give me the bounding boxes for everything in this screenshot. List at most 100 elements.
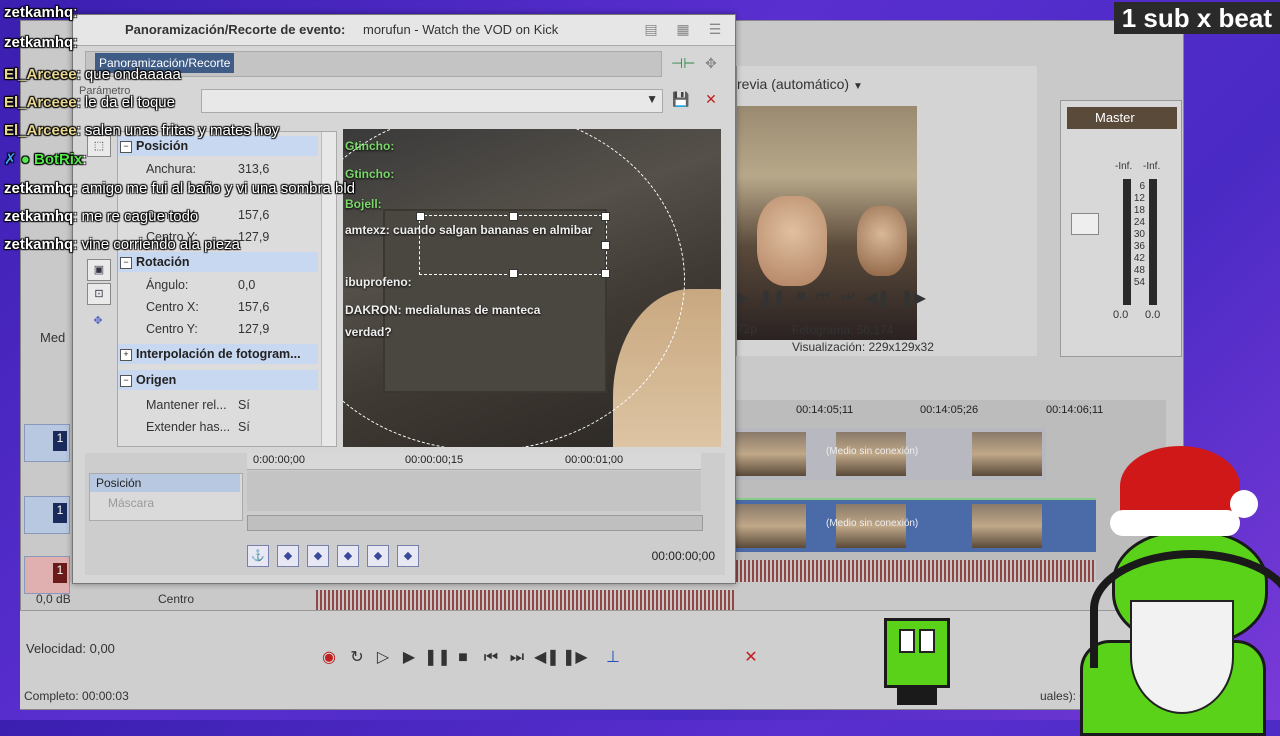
sync-cursor-icon[interactable]: ⚓ <box>247 545 269 567</box>
clip-thumbnail <box>736 432 806 476</box>
next-frame-icon[interactable]: ❚▶ <box>562 647 588 669</box>
next-keyframe-icon[interactable]: ◆ <box>367 545 389 567</box>
delete-preset-icon[interactable]: ✕ <box>701 89 721 109</box>
zoom-tool-icon[interactable]: ⊡ <box>87 283 111 305</box>
scale-tick: 36 <box>1133 241 1145 252</box>
video-clip-top[interactable]: (Medio sin conexión) <box>736 428 1046 480</box>
clip-thumbnail <box>972 432 1042 476</box>
stop-icon[interactable]: ■ <box>796 288 806 308</box>
track-number: 1 <box>53 563 67 583</box>
prop-row[interactable]: Mantener rel... Sí <box>118 394 318 416</box>
prop-row[interactable]: Extender has... Sí <box>118 416 318 438</box>
play-icon[interactable]: ▶ <box>398 647 420 669</box>
track-header-2[interactable]: 1 <box>24 496 70 534</box>
pause-icon[interactable]: ❚❚ <box>759 288 786 308</box>
crop-handle[interactable] <box>601 241 610 250</box>
dock-icon[interactable]: ▤ <box>641 19 661 39</box>
track-header-1[interactable]: 1 <box>24 424 70 462</box>
section-origen[interactable]: − Origen <box>118 370 318 390</box>
pancrop-titlebar: Panoramización/Recorte de evento: morufu… <box>73 15 735 46</box>
first-keyframe-icon[interactable]: ◆ <box>277 545 299 567</box>
pause-icon[interactable]: ❚❚ <box>424 647 451 669</box>
chat-message: vine corriendo ala pieza <box>81 236 240 253</box>
normal-edit-icon[interactable]: ▣ <box>87 259 111 281</box>
preview-mode-label: revia (automático) <box>737 76 850 92</box>
add-keyframe-icon[interactable]: ◆ <box>337 545 359 567</box>
collapse-icon[interactable]: − <box>120 140 132 153</box>
menu-icon[interactable]: ☰ <box>705 19 725 39</box>
move-tool-icon[interactable]: ✥ <box>87 311 109 331</box>
last-keyframe-icon[interactable]: ◆ <box>397 545 419 567</box>
chat-line: El_Arceee: que ondaaaaa <box>4 66 181 83</box>
section-posicion[interactable]: − Posición <box>118 136 318 156</box>
rewind-icon[interactable]: ◀❚ <box>865 288 891 308</box>
prop-value: 0,0 <box>238 278 256 292</box>
section-label: Rotación <box>136 255 190 269</box>
section-label: Origen <box>136 373 177 387</box>
master-title: Master <box>1067 107 1177 129</box>
prop-value: 157,6 <box>238 300 270 314</box>
prev-frame-icon[interactable]: ◀❚ <box>534 647 560 669</box>
keyframe-time[interactable]: 00:00:00;00 <box>652 549 715 563</box>
clip-thumbnail <box>972 504 1042 548</box>
prop-row[interactable]: Ángulo: 0,0 <box>118 274 318 296</box>
master-fader[interactable] <box>1071 213 1099 235</box>
grid-icon[interactable]: ▦ <box>673 19 693 39</box>
next-frame-icon[interactable]: ⏭ <box>840 288 854 308</box>
save-preset-icon[interactable]: 💾 <box>671 89 691 109</box>
track-header-3[interactable]: 1 <box>24 556 70 594</box>
meter-bottom-right: 0.0 <box>1145 309 1161 321</box>
collapse-icon[interactable]: − <box>120 374 132 387</box>
crop-handle[interactable] <box>509 212 518 221</box>
prop-key: Centro Y: <box>146 322 198 336</box>
play-icon[interactable]: ▶ <box>737 288 749 308</box>
loop-icon[interactable]: ↻ <box>346 647 368 669</box>
prop-row[interactable]: Centro X: 157,6 <box>118 296 318 318</box>
expand-icon[interactable]: + <box>120 348 132 361</box>
character-eye <box>899 629 915 653</box>
chat-line: El_Arceee: le da el toque <box>4 94 175 111</box>
pan-center-label: Centro <box>158 592 195 606</box>
meter-right-inf: -Inf. <box>1143 161 1161 172</box>
collapse-icon[interactable]: − <box>120 256 132 269</box>
scale-tick: 6 <box>1139 181 1145 192</box>
scale-tick: 54 <box>1133 277 1145 288</box>
track-mascara[interactable]: Máscara <box>108 496 154 510</box>
ruler-time: 0:00:00;00 <box>253 454 305 466</box>
video-preview-panel: revia (automático) ▼ ▶ ❚❚ ■ ⏮ ⏭ ◀❚ ❚▶ 72… <box>736 66 1037 356</box>
keyframe-track[interactable] <box>247 471 701 511</box>
video-clip-bottom[interactable]: (Medio sin conexión) <box>736 498 1096 552</box>
pan-crop-canvas[interactable]: Gtincho: Gtincho: Bojell: amtexz: cuando… <box>343 129 721 447</box>
preview-mode-dropdown[interactable]: revia (automático) ▼ <box>737 76 863 92</box>
chevron-down-icon: ▼ <box>646 92 658 106</box>
prop-row[interactable]: Centro Y: 127,9 <box>118 318 318 340</box>
section-interpolacion[interactable]: + Interpolación de fotogram... <box>118 344 318 364</box>
record-icon[interactable]: ◉ <box>318 647 340 669</box>
crop-handle[interactable] <box>601 269 610 278</box>
go-start-icon[interactable]: ⏮ <box>480 647 502 669</box>
frame-value: 50.174 <box>856 323 894 337</box>
ruler-time: 00:00:01;00 <box>565 454 624 466</box>
crop-handle[interactable] <box>416 212 425 221</box>
scale-tick: 18 <box>1133 205 1145 216</box>
edit-tool-icon[interactable]: ⊥ <box>602 647 624 669</box>
section-rotacion[interactable]: − Rotación <box>118 252 318 272</box>
track-posicion[interactable]: Posición <box>90 474 240 492</box>
stop-icon[interactable]: ■ <box>452 647 474 669</box>
forward-icon[interactable]: ❚▶ <box>900 288 926 308</box>
crop-frame[interactable] <box>416 212 610 278</box>
prop-key: Mantener rel... <box>146 398 227 412</box>
go-end-icon[interactable]: ⏭ <box>506 647 528 669</box>
delete-icon[interactable]: ✕ <box>740 647 762 669</box>
play-from-start-icon[interactable]: ▷ <box>372 647 394 669</box>
keyframe-scrollbar[interactable] <box>247 515 703 531</box>
crop-handle[interactable] <box>509 269 518 278</box>
display-label: Visualización: <box>792 340 866 354</box>
pin-icon[interactable]: ✥ <box>701 53 721 73</box>
crop-handle[interactable] <box>601 212 610 221</box>
snap-icon[interactable]: ⊣⊢ <box>671 53 695 73</box>
prev-keyframe-icon[interactable]: ◆ <box>307 545 329 567</box>
preset-dropdown[interactable]: ▼ <box>201 89 663 113</box>
prev-frame-icon[interactable]: ⏮ <box>816 288 830 308</box>
prop-row[interactable]: Anchura: 313,6 <box>118 158 318 180</box>
